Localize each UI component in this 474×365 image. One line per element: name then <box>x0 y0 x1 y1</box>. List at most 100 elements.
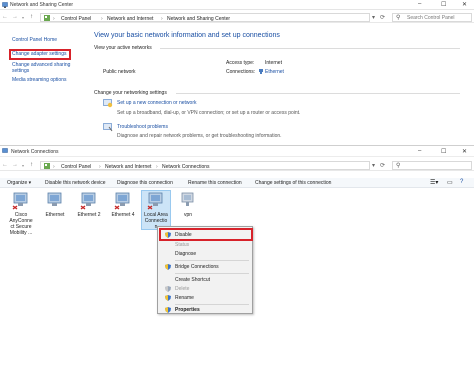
up-button[interactable]: ↑ <box>30 162 33 168</box>
troubleshoot-icon <box>103 123 113 132</box>
recent-dropdown-icon[interactable]: ▾ <box>22 163 24 168</box>
menu-item-label: Disable <box>175 232 192 238</box>
back-button[interactable]: ← <box>2 14 8 20</box>
network-item-ethernet-2[interactable]: Ethernet 2 <box>74 192 104 222</box>
refresh-icon[interactable]: ⟳ <box>380 162 385 169</box>
menu-item-label: Diagnose <box>175 251 197 257</box>
ethernet-link[interactable]: Ethernet <box>265 69 284 75</box>
network-item-vpn[interactable]: vpn <box>175 192 201 222</box>
sidebar-change-sharing-line2[interactable]: settings <box>12 68 29 74</box>
close-button[interactable]: ✕ <box>462 1 467 8</box>
breadcrumb-network-internet[interactable]: Network and Internet <box>105 164 151 170</box>
forward-button[interactable]: → <box>12 162 18 168</box>
menu-item-label: Create Shortcut <box>175 277 211 283</box>
divider <box>160 48 460 49</box>
sidebar-control-panel-home[interactable]: Control Panel Home <box>12 37 57 43</box>
menu-item-bridge-connections[interactable]: Bridge Connections <box>161 262 249 271</box>
active-networks-label: View your active networks <box>94 45 152 51</box>
rename-button[interactable]: Rename this connection <box>188 180 242 186</box>
menu-separator <box>175 273 249 274</box>
breadcrumb-control-panel[interactable]: Control Panel <box>61 16 91 22</box>
control-panel-icon <box>44 163 50 169</box>
recent-dropdown-icon[interactable]: ▾ <box>22 15 24 20</box>
change-settings-button[interactable]: Change settings of this connection <box>255 180 331 186</box>
menu-item-create-shortcut[interactable]: Create Shortcut <box>161 275 249 284</box>
address-dropdown-icon[interactable]: ▾ <box>372 162 375 169</box>
network-item-cisco[interactable]: Cisco AnyConne ct Secure Mobility ... <box>6 192 36 242</box>
chevron-right-icon: › <box>53 164 55 170</box>
breadcrumb-control-panel[interactable]: Control Panel <box>61 164 91 170</box>
network-adapter-icon <box>114 192 130 210</box>
view-options-icon[interactable]: ☰▾ <box>430 179 438 186</box>
setup-connection-desc: Set up a broadband, dial-up, or VPN conn… <box>117 110 301 116</box>
address-bar[interactable]: › Control Panel › Network and Internet ›… <box>40 13 370 22</box>
shield-icon <box>165 307 171 313</box>
network-item-ethernet[interactable]: Ethernet <box>42 192 68 222</box>
menu-item-label: Properties <box>175 307 200 313</box>
network-item-local-area-connection[interactable]: Local Area Connectio n <box>141 190 171 230</box>
address-bar[interactable]: › Control Panel › Network and Internet ›… <box>40 161 370 170</box>
search-placeholder: Search Control Panel <box>407 15 455 21</box>
menu-item-properties[interactable]: Properties <box>161 305 249 314</box>
chevron-right-icon: › <box>99 164 101 170</box>
search-input[interactable]: ⚲ <box>392 161 472 170</box>
network-connections-icon <box>2 148 8 153</box>
page-title: View your basic network information and … <box>94 32 280 39</box>
menu-item-label: Delete <box>175 286 190 292</box>
change-settings-label: Change your networking settings <box>94 90 167 96</box>
minimize-button[interactable]: – <box>418 1 421 7</box>
breadcrumb-network-connections[interactable]: Network Connections <box>162 164 210 170</box>
maximize-button[interactable]: ☐ <box>441 1 446 8</box>
search-icon: ⚲ <box>396 163 401 169</box>
minimize-button[interactable]: – <box>418 148 421 154</box>
menu-item-diagnose[interactable]: Diagnose <box>161 249 249 258</box>
close-button[interactable]: ✕ <box>462 148 467 155</box>
sidebar: Control Panel Home Change adapter settin… <box>0 33 84 91</box>
shield-icon <box>165 264 171 270</box>
sidebar-media-streaming[interactable]: Media streaming options <box>12 77 66 83</box>
up-button[interactable]: ↑ <box>30 14 33 20</box>
menu-item-status[interactable]: Status <box>161 240 249 249</box>
chevron-right-icon: › <box>161 16 163 22</box>
breadcrumb-sharing-center[interactable]: Network and Sharing Center <box>167 16 230 22</box>
back-button[interactable]: ← <box>2 162 8 168</box>
breadcrumb-network-internet[interactable]: Network and Internet <box>107 16 153 22</box>
access-type-value: Internet <box>265 60 282 66</box>
troubleshoot-link[interactable]: Troubleshoot problems <box>117 124 168 130</box>
divider <box>176 93 460 94</box>
refresh-icon[interactable]: ⟳ <box>380 14 385 21</box>
shield-icon <box>165 286 171 292</box>
ethernet-icon <box>259 69 263 74</box>
window2-title: Network Connections <box>11 149 59 155</box>
context-menu: Disable Status Diagnose Bridge Connectio… <box>157 226 253 314</box>
item-label-line: Ethernet 2 <box>77 212 101 218</box>
access-type-label: Access type: <box>226 60 255 66</box>
menu-item-disable[interactable]: Disable <box>161 230 249 239</box>
menu-item-rename[interactable]: Rename <box>161 293 249 302</box>
forward-button[interactable]: → <box>12 14 18 20</box>
shield-icon <box>165 295 171 301</box>
new-connection-icon <box>103 99 113 108</box>
command-toolbar: Organize ▾ Disable this network device D… <box>0 178 474 188</box>
network-item-ethernet-4[interactable]: Ethernet 4 <box>108 192 138 222</box>
network-adapter-icon <box>80 192 96 210</box>
window2-address-row: ← → ▾ ↑ › Control Panel › Network and In… <box>0 160 474 171</box>
menu-item-delete[interactable]: Delete <box>161 284 249 293</box>
troubleshoot-desc: Diagnose and repair network problems, or… <box>117 133 282 139</box>
help-icon[interactable]: ? <box>460 179 463 185</box>
diagnose-button[interactable]: Diagnose this connection <box>117 180 173 186</box>
chevron-right-icon: › <box>53 16 55 22</box>
search-input[interactable]: ⚲ Search Control Panel <box>392 13 472 22</box>
menu-separator <box>175 260 249 261</box>
chevron-right-icon: › <box>101 16 103 22</box>
disable-device-button[interactable]: Disable this network device <box>45 180 106 186</box>
network-adapter-icon <box>12 192 28 210</box>
network-adapter-icon <box>147 192 163 210</box>
sidebar-change-adapter-settings[interactable]: Change adapter settings <box>12 51 66 57</box>
setup-connection-link[interactable]: Set up a new connection or network <box>117 100 197 106</box>
address-dropdown-icon[interactable]: ▾ <box>372 14 375 21</box>
maximize-button[interactable]: ☐ <box>441 148 446 155</box>
organize-menu[interactable]: Organize ▾ <box>7 180 31 186</box>
window2-titlebar: Network Connections – ☐ ✕ <box>0 146 474 157</box>
preview-pane-icon[interactable]: ▭ <box>447 179 453 186</box>
